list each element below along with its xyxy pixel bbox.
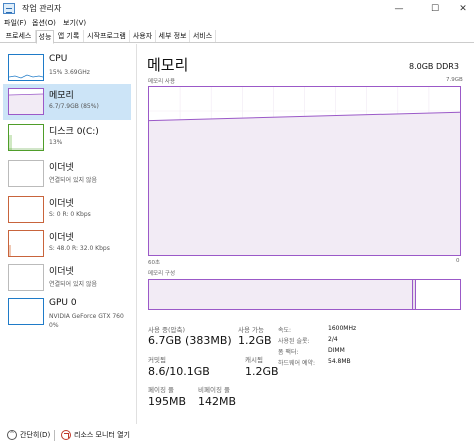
- composition-modified: [413, 280, 416, 309]
- resource-name: 이더넷: [49, 199, 74, 209]
- tab-details[interactable]: 세부 정보: [156, 30, 190, 42]
- speed-value: 1600MHz: [328, 325, 357, 332]
- resource-cpu[interactable]: CPU 15% 3.69GHz: [3, 50, 131, 86]
- menu-options[interactable]: 옵션(O): [32, 18, 56, 28]
- hardware-reserved-label: 하드웨어 예약:: [278, 360, 316, 367]
- resource-name: CPU: [49, 54, 68, 64]
- disk-mini-graph: [9, 135, 43, 150]
- available-label: 사용 가능: [238, 326, 264, 334]
- available-value: 1.2GB: [238, 334, 272, 347]
- paged-pool-label: 페이징 풀: [148, 386, 174, 394]
- usage-graph-label: 메모리 사용: [148, 79, 176, 85]
- in-use-label: 사용 중(압축): [148, 326, 186, 334]
- form-factor-value: DIMM: [328, 347, 345, 354]
- resource-name: GPU 0: [49, 298, 77, 308]
- resource-sub: S: 48.0 R: 32.0 Kbps: [49, 245, 110, 252]
- hardware-reserved-value: 54.8MB: [328, 358, 351, 365]
- tab-startup[interactable]: 시작프로그램: [84, 30, 130, 42]
- resource-sub: 15% 3.69GHz: [49, 69, 90, 76]
- resource-ethernet-4[interactable]: 이더넷 연결되어 있지 않음: [3, 260, 131, 296]
- ethernet-thumbnail: [8, 160, 44, 187]
- ethernet-thumbnail: [8, 264, 44, 291]
- memory-mini-graph: [9, 93, 43, 114]
- resource-sub: 6.7/7.9GB (85%): [49, 103, 99, 110]
- resource-sub-2: 0%: [49, 322, 59, 329]
- nonpaged-pool-label: 비페이징 풀: [198, 386, 230, 394]
- cpu-thumbnail: [8, 54, 44, 81]
- fewer-details-link[interactable]: 간단히(D): [20, 430, 50, 440]
- disk-thumbnail: [8, 124, 44, 151]
- menu-bar: 파일(F) 옵션(O) 보기(V): [0, 17, 474, 30]
- memory-composition-bar: [148, 279, 461, 310]
- ethernet-thumbnail: [8, 230, 44, 257]
- page-title: 메모리: [147, 56, 189, 74]
- ethernet-thumbnail: [8, 196, 44, 223]
- nonpaged-pool-value: 142MB: [198, 395, 237, 408]
- resource-monitor-icon[interactable]: [61, 430, 71, 440]
- time-axis-right: 0: [456, 258, 460, 264]
- resource-ethernet-2[interactable]: 이더넷 S: 0 R: 0 Kbps: [3, 192, 131, 228]
- memory-capacity: 8.0GB DDR3: [409, 62, 459, 71]
- resource-sub: 연결되어 있지 않음: [49, 281, 97, 288]
- title-bar: 작업 관리자 — ☐ ✕: [0, 0, 474, 18]
- tab-performance[interactable]: 성능: [36, 30, 54, 44]
- menu-view[interactable]: 보기(V): [63, 18, 86, 28]
- usage-graph-max: 7.9GB: [446, 77, 463, 83]
- footer-divider: [54, 430, 55, 441]
- committed-label: 커밋됨: [148, 356, 166, 364]
- slots-label: 사용된 슬롯:: [278, 338, 310, 345]
- close-button[interactable]: ✕: [448, 1, 474, 17]
- ethernet-mini-graph: [9, 245, 11, 256]
- resource-sub: 13%: [49, 139, 63, 146]
- task-manager-icon: [3, 3, 15, 14]
- gpu-thumbnail: [8, 298, 44, 325]
- resource-ethernet-3[interactable]: 이더넷 S: 48.0 R: 32.0 Kbps: [3, 226, 131, 262]
- committed-value: 8.6/10.1GB: [148, 365, 210, 378]
- form-factor-label: 폼 팩터:: [278, 349, 299, 356]
- resource-name: 이더넷: [49, 233, 74, 243]
- usage-graph-canvas: [149, 87, 460, 255]
- resource-name: 이더넷: [49, 163, 74, 173]
- memory-usage-graph: [148, 86, 461, 256]
- resource-sub: 연결되어 있지 않음: [49, 177, 97, 184]
- tab-users[interactable]: 사용자: [130, 30, 156, 42]
- tab-services[interactable]: 서비스: [190, 30, 216, 42]
- resource-monitor-link[interactable]: 리소스 모니터 열기: [74, 430, 130, 440]
- resource-name: 디스크 0(C:): [49, 127, 99, 137]
- maximize-button[interactable]: ☐: [420, 1, 450, 17]
- footer: ^ 간단히(D) 리소스 모니터 열기: [0, 424, 474, 448]
- cpu-mini-graph: [9, 74, 43, 79]
- minimize-button[interactable]: —: [384, 1, 414, 17]
- cached-value: 1.2GB: [245, 365, 279, 378]
- resource-ethernet-1[interactable]: 이더넷 연결되어 있지 않음: [3, 156, 131, 192]
- tab-processes[interactable]: 프로세스: [2, 30, 36, 42]
- resource-name: 이더넷: [49, 267, 74, 277]
- chevron-up-icon[interactable]: ^: [7, 430, 17, 440]
- window-title: 작업 관리자: [22, 4, 62, 13]
- resource-name: 메모리: [49, 91, 74, 101]
- tab-bar: 프로세스 성능 앱 기록 시작프로그램 사용자 세부 정보 서비스: [0, 30, 474, 44]
- resource-list: CPU 15% 3.69GHz 메모리 6.7/7.9GB (85%) 디스크 …: [0, 44, 137, 424]
- menu-file[interactable]: 파일(F): [4, 18, 26, 28]
- resource-gpu[interactable]: GPU 0 NVIDIA GeForce GTX 760 0%: [3, 294, 131, 334]
- slots-value: 2/4: [328, 336, 338, 343]
- resource-disk[interactable]: 디스크 0(C:) 13%: [3, 120, 131, 156]
- resource-sub: S: 0 R: 0 Kbps: [49, 211, 91, 218]
- paged-pool-value: 195MB: [148, 395, 187, 408]
- speed-label: 속도:: [278, 327, 292, 334]
- resource-memory[interactable]: 메모리 6.7/7.9GB (85%): [3, 84, 131, 120]
- usage-area: [149, 112, 460, 255]
- time-axis-left: 60초: [148, 260, 161, 266]
- in-use-value: 6.7GB (383MB): [148, 334, 232, 347]
- tab-app-history[interactable]: 앱 기록: [54, 30, 84, 42]
- composition-label: 메모리 구성: [148, 271, 176, 277]
- resource-sub: NVIDIA GeForce GTX 760: [49, 313, 124, 320]
- memory-thumbnail: [8, 88, 44, 115]
- composition-in-use: [149, 280, 413, 309]
- cached-label: 캐시됨: [245, 356, 263, 364]
